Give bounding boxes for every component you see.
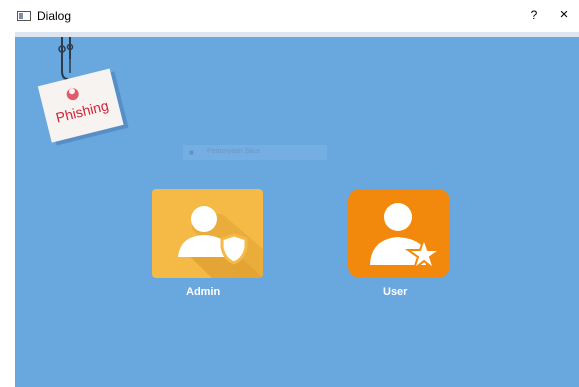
user-star-icon xyxy=(370,203,444,272)
search-bar[interactable]: ■ Pertanyaan Situs xyxy=(183,145,327,160)
user-label[interactable]: User xyxy=(383,286,407,298)
admin-label[interactable]: Admin xyxy=(186,286,220,298)
help-button[interactable]: ? xyxy=(528,8,540,22)
admin-button[interactable] xyxy=(152,189,263,278)
window-title: Dialog xyxy=(37,9,72,23)
search-icon: ■ xyxy=(189,148,194,157)
title-bar: Dialog ? × xyxy=(0,0,579,32)
window-icon xyxy=(17,11,31,21)
admin-shield-icon xyxy=(178,206,263,278)
search-placeholder: Pertanyaan Situs xyxy=(207,148,261,155)
user-button[interactable] xyxy=(348,189,450,278)
phishing-logo: Phishing xyxy=(37,37,129,146)
close-button[interactable]: × xyxy=(557,6,571,23)
